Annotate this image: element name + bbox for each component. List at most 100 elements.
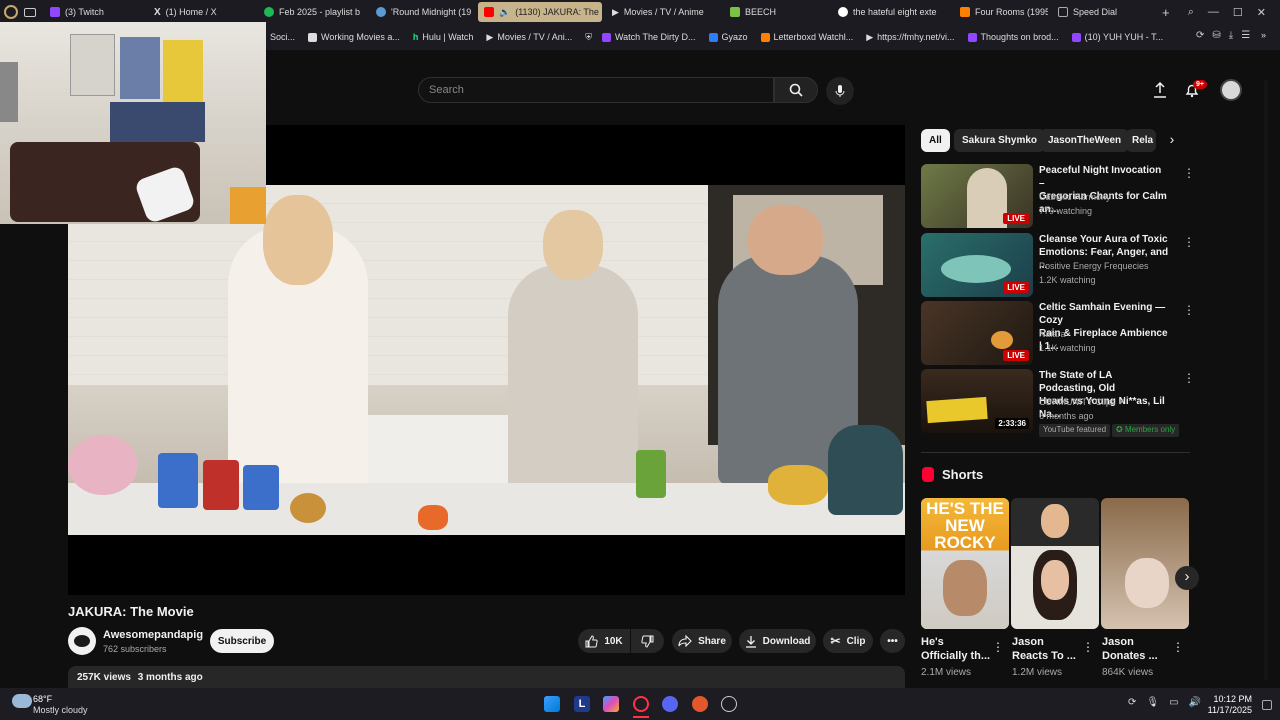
tab-four-rooms[interactable]: Four Rooms (1995) <box>954 2 1048 22</box>
search-input[interactable]: Search <box>418 77 774 103</box>
description-box[interactable]: 257K views 3 months ago <box>68 666 905 690</box>
video-thumbnail[interactable]: LIVE <box>921 164 1033 228</box>
weather-description[interactable]: Mostly cloudy <box>33 705 88 715</box>
search-button[interactable] <box>774 77 818 103</box>
more-bookmarks-icon[interactable]: » <box>1261 30 1266 40</box>
bookmark-gyazo[interactable]: Gyazo <box>708 32 748 42</box>
orange-app-icon[interactable] <box>692 696 708 712</box>
page-scrollbar[interactable] <box>1264 80 1268 680</box>
short-title[interactable]: Jason Reacts To ... <box>1012 635 1082 663</box>
close-window-button[interactable]: ✕ <box>1257 6 1266 19</box>
opera-gx-icon[interactable] <box>633 696 649 712</box>
channel-name[interactable]: CUHMUNITY Clips ✔ <box>1039 397 1125 408</box>
upload-button[interactable] <box>1153 81 1167 103</box>
chip-jasontheween[interactable]: JasonTheWeen <box>1040 129 1130 152</box>
video-thumbnail[interactable]: 2:33:36 <box>921 369 1033 433</box>
dislike-button[interactable] <box>631 629 664 653</box>
clock-time[interactable]: 10:12 PM <box>1208 694 1252 704</box>
menu-icon[interactable]: ☰ <box>1241 30 1250 41</box>
like-button[interactable]: 10K <box>578 629 630 653</box>
share-button[interactable]: Share <box>672 629 732 653</box>
short-title[interactable]: He's Officially th... <box>921 635 991 663</box>
lock-icon[interactable]: ⛁ <box>1212 30 1220 41</box>
bookmark-thoughts[interactable]: Thoughts on brod... <box>967 32 1059 42</box>
tab-spotify-playlist[interactable]: Feb 2025 - playlist b <box>258 2 366 22</box>
weather-cloud-icon[interactable] <box>12 694 32 708</box>
chip-related[interactable]: Rela <box>1126 129 1156 152</box>
more-vertical-icon[interactable]: ⋮ <box>1183 371 1195 385</box>
account-avatar[interactable] <box>1220 79 1242 101</box>
recommendation-item[interactable]: LIVE Peaceful Night Invocation – Gregoria… <box>921 164 1195 228</box>
short-thumbnail[interactable] <box>1101 498 1189 629</box>
clip-button[interactable]: ✂ Clip <box>823 629 873 653</box>
tab-youtube-jakura[interactable]: 🔊 (1130) JAKURA: The M <box>478 2 602 22</box>
sync-icon[interactable]: ⟳ <box>1128 697 1136 708</box>
video-thumbnail[interactable]: LIVE <box>921 301 1033 365</box>
maximize-button[interactable]: ☐ <box>1233 6 1243 19</box>
short-thumbnail[interactable] <box>1011 498 1099 629</box>
network-icon[interactable]: ▭ <box>1169 697 1178 708</box>
recommendation-item[interactable]: LIVE Cleanse Your Aura of Toxic Emotions:… <box>921 233 1195 297</box>
notification-center-icon[interactable] <box>1262 700 1272 710</box>
short-thumbnail[interactable]: HE'S THE NEW ROCKY <box>921 498 1009 629</box>
tab-twitch[interactable]: (3) Twitch <box>44 2 144 22</box>
bookmark-working-movies[interactable]: Working Movies a... <box>308 32 400 42</box>
x-icon: X <box>154 6 161 18</box>
bookmark-letterboxd[interactable]: Letterboxd Watchl... <box>760 32 853 42</box>
video-frame[interactable] <box>68 185 905 535</box>
chip-all[interactable]: All <box>921 129 950 152</box>
speaker-icon[interactable]: 🔊 <box>499 7 510 18</box>
more-vertical-icon[interactable]: ⋮ <box>1183 235 1195 249</box>
video-thumbnail[interactable]: LIVE <box>921 233 1033 297</box>
smoothie-glass <box>636 450 666 498</box>
more-actions-button[interactable]: ••• <box>880 629 905 653</box>
channel-name[interactable]: Naiara <box>1039 329 1066 339</box>
microphone-icon[interactable]: 🎙 <box>1146 697 1159 708</box>
chevron-right-icon[interactable]: › <box>1162 131 1182 151</box>
extension-icon[interactable]: ⟳ <box>1196 30 1204 41</box>
launcher-icon[interactable]: L <box>574 696 590 712</box>
recommendation-item[interactable]: LIVE Celtic Samhain Evening — Cozy Rain &… <box>921 301 1195 365</box>
channel-avatar[interactable] <box>68 627 96 655</box>
minimize-button[interactable]: — <box>1208 6 1219 18</box>
subscribe-button[interactable]: Subscribe <box>210 629 274 653</box>
discord-icon[interactable] <box>662 696 678 712</box>
bookmark-fmhy[interactable]: ▶ https://fmhy.net/vi... <box>866 32 954 43</box>
chip-sakura-shymko[interactable]: Sakura Shymko <box>954 129 1046 152</box>
bookmark-movies-tv[interactable]: ▶ Movies / TV / Ani... <box>486 32 572 43</box>
new-tab-button[interactable]: + <box>1162 5 1170 20</box>
steam-icon[interactable] <box>721 696 737 712</box>
more-vertical-icon[interactable]: ⋮ <box>1172 640 1184 654</box>
clock-date[interactable]: 11/17/2025 <box>1200 705 1252 715</box>
tab-hateful-eight[interactable]: the hateful eight exte <box>832 2 950 22</box>
more-vertical-icon[interactable]: ⋮ <box>1082 640 1094 654</box>
short-title[interactable]: Jason Donates ... <box>1102 635 1172 663</box>
bookmark-hulu[interactable]: h Hulu | Watch <box>413 32 474 42</box>
bookmark-watch-dirty[interactable]: Watch The Dirty D... <box>601 32 696 42</box>
tab-round-midnight[interactable]: 'Round Midnight (19 <box>370 2 474 22</box>
opera-logo-icon[interactable] <box>4 5 18 19</box>
tab-beech[interactable]: BEECH <box>724 2 828 22</box>
tab-movies-tv[interactable]: ▶ Movies / TV / Anime <box>606 2 720 22</box>
more-vertical-icon[interactable]: ⋮ <box>992 640 1004 654</box>
voice-search-button[interactable] <box>826 77 854 105</box>
bookmark-yuh-yuh[interactable]: (10) YUH YUH - T... <box>1071 32 1163 42</box>
channel-name[interactable]: Catholic Harmony <box>1039 192 1111 202</box>
windows-start-icon[interactable] <box>544 696 560 712</box>
shorts-heading: Shorts <box>922 467 983 482</box>
search-tabs-icon[interactable]: ⌕ <box>1188 6 1194 19</box>
more-vertical-icon[interactable]: ⋮ <box>1183 166 1195 180</box>
shorts-next-button[interactable]: › <box>1175 566 1199 590</box>
tab-speed-dial[interactable]: Speed Dial <box>1052 2 1152 22</box>
channel-name[interactable]: Awesomepandapig <box>103 629 203 641</box>
copilot-icon[interactable] <box>603 696 619 712</box>
more-vertical-icon[interactable]: ⋮ <box>1183 303 1195 317</box>
bookmark-social[interactable]: Soci... <box>270 32 295 42</box>
channel-name[interactable]: Positive Energy Frequecies <box>1039 261 1149 271</box>
tab-x-home[interactable]: X (1) Home / X <box>148 2 254 22</box>
download-icon[interactable]: ⤓ <box>1229 30 1233 41</box>
shield-icon[interactable]: ⛨ <box>585 32 592 43</box>
weather-temperature[interactable]: 68°F <box>33 694 52 704</box>
workspaces-icon[interactable] <box>24 7 36 17</box>
download-button[interactable]: Download <box>739 629 816 653</box>
